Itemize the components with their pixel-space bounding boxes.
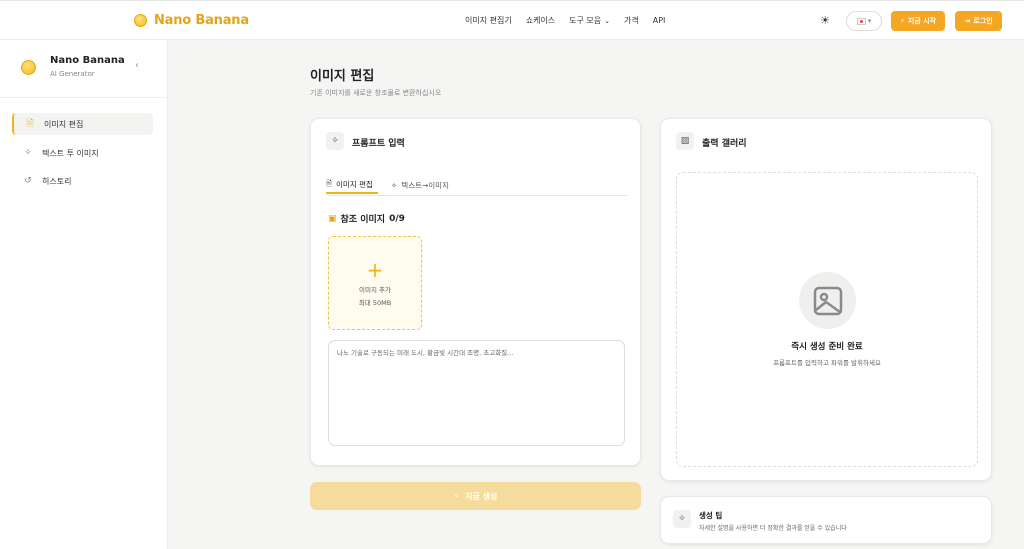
gallery-empty-title: 즉시 생성 준비 완료	[791, 342, 863, 352]
collapse-sidebar-icon[interactable]: ‹	[135, 60, 139, 71]
add-image-label: 이미지 추가	[359, 285, 391, 294]
login-icon: ⇥	[964, 17, 971, 25]
login-label: 로그인	[973, 17, 993, 25]
prompt-input[interactable]	[328, 340, 625, 446]
plus-icon: +	[366, 257, 384, 282]
max-size-label: 최대 50MB	[358, 298, 392, 307]
image-placeholder-icon	[799, 272, 856, 329]
page-subtitle: 기존 이미지를 새로운 창조물로 변환하십시오	[310, 89, 442, 97]
sidebar-item-label: 텍스트 투 이미지	[42, 148, 99, 158]
banana-logo-icon	[134, 14, 147, 27]
output-gallery-card: ▨ 출력 갤러리 즉시 생성 준비 완료 프롬프트를 입력하고 파워를 발휘하세…	[660, 118, 992, 481]
nav-api[interactable]: API	[653, 15, 666, 26]
top-nav-bar: Nano Banana 이미지 편집기 쇼케이스 도구 모음 ⌄ 가격 API …	[0, 0, 1024, 40]
lightning-icon: ⚡	[899, 17, 905, 25]
sidebar-item-label: 히스토리	[42, 176, 72, 186]
language-selector[interactable]: ▾	[846, 11, 882, 31]
magic-wand-icon: ✧	[391, 180, 398, 190]
start-now-button[interactable]: ⚡ 지금 시작	[891, 11, 945, 31]
gallery-card-title: 출력 갤러리	[702, 139, 747, 149]
magic-wand-icon: ✧	[24, 148, 32, 158]
nav-tools[interactable]: 도구 모음 ⌄	[569, 15, 610, 26]
chevron-down-icon: ▾	[867, 17, 872, 25]
nav-image-editor[interactable]: 이미지 편집기	[465, 15, 512, 26]
brand-link[interactable]: Nano Banana	[134, 13, 249, 28]
gallery-empty-subtitle: 프롬프트를 입력하고 파워를 발휘하세요	[773, 359, 881, 367]
sparkle-icon: ✧	[673, 510, 691, 528]
mode-tabs: 🖹 이미지 편집 ✧ 텍스트→이미지	[326, 174, 628, 196]
lightning-icon: ⚡	[453, 491, 460, 501]
theme-toggle-sun-icon[interactable]: ☀	[818, 14, 832, 28]
page-title: 이미지 편집	[310, 69, 375, 84]
tab-label: 텍스트→이미지	[401, 180, 449, 190]
images-icon: ▣	[328, 213, 337, 224]
prompt-card-title: 프롬프트 입력	[352, 139, 405, 149]
nav-pricing[interactable]: 가격	[624, 15, 639, 26]
prompt-card: ✧ 프롬프트 입력 🖹 이미지 편집 ✧ 텍스트→이미지 ▣ 참조 이미지 0/…	[310, 118, 641, 466]
add-image-dropzone[interactable]: + 이미지 추가 최대 50MB	[328, 236, 422, 330]
reference-images-count: 0/9	[389, 213, 405, 224]
reference-images-text: 참조 이미지	[340, 215, 386, 225]
reference-images-label: ▣ 참조 이미지 0/9	[328, 212, 405, 226]
tab-label: 이미지 편집	[336, 179, 373, 189]
sidebar-item-history[interactable]: ↺ 히스토리	[12, 170, 153, 192]
sidebar: Nano Banana AI Generator ‹ 🖹 이미지 편집 ✧ 텍스…	[0, 40, 168, 549]
gallery-icon: ▨	[676, 132, 694, 150]
sidebar-item-text-to-image[interactable]: ✧ 텍스트 투 이미지	[12, 142, 153, 164]
brand-name: Nano Banana	[154, 13, 249, 28]
main-nav: 이미지 편집기 쇼케이스 도구 모음 ⌄ 가격 API	[465, 15, 665, 26]
sidebar-header: Nano Banana AI Generator ‹	[0, 40, 168, 98]
sidebar-title: Nano Banana	[50, 55, 125, 66]
nav-tools-label: 도구 모음	[569, 16, 602, 25]
banana-logo-icon	[21, 60, 36, 75]
sidebar-item-label: 이미지 편집	[44, 119, 84, 129]
sparkle-icon: ✧	[326, 132, 344, 150]
sidebar-subtitle: AI Generator	[50, 70, 95, 78]
tip-title: 생성 팁	[699, 511, 723, 520]
tip-text: 자세한 설명을 사용하면 더 정확한 결과를 얻을 수 있습니다	[699, 525, 847, 532]
nav-showcase[interactable]: 쇼케이스	[526, 15, 555, 26]
korea-flag-icon	[856, 17, 866, 25]
generate-now-button[interactable]: ⚡ 지금 생성	[310, 482, 641, 510]
start-now-label: 지금 시작	[907, 17, 937, 25]
sidebar-item-image-edit[interactable]: 🖹 이미지 편집	[12, 113, 153, 135]
login-button[interactable]: ⇥ 로그인	[955, 11, 1002, 31]
generation-tip-card: ✧ 생성 팁 자세한 설명을 사용하면 더 정확한 결과를 얻을 수 있습니다	[660, 496, 992, 544]
tab-image-edit[interactable]: 🖹 이미지 편집	[326, 176, 378, 194]
history-icon: ↺	[24, 176, 32, 186]
chevron-down-icon: ⌄	[604, 16, 611, 25]
image-edit-icon: 🖹	[326, 178, 333, 188]
image-edit-icon: 🖹	[26, 119, 34, 129]
generate-now-label: 지금 생성	[465, 491, 498, 501]
gallery-empty-area: 즉시 생성 준비 완료 프롬프트를 입력하고 파워를 발휘하세요	[676, 172, 978, 467]
tab-text-to-image[interactable]: ✧ 텍스트→이미지	[391, 176, 449, 194]
